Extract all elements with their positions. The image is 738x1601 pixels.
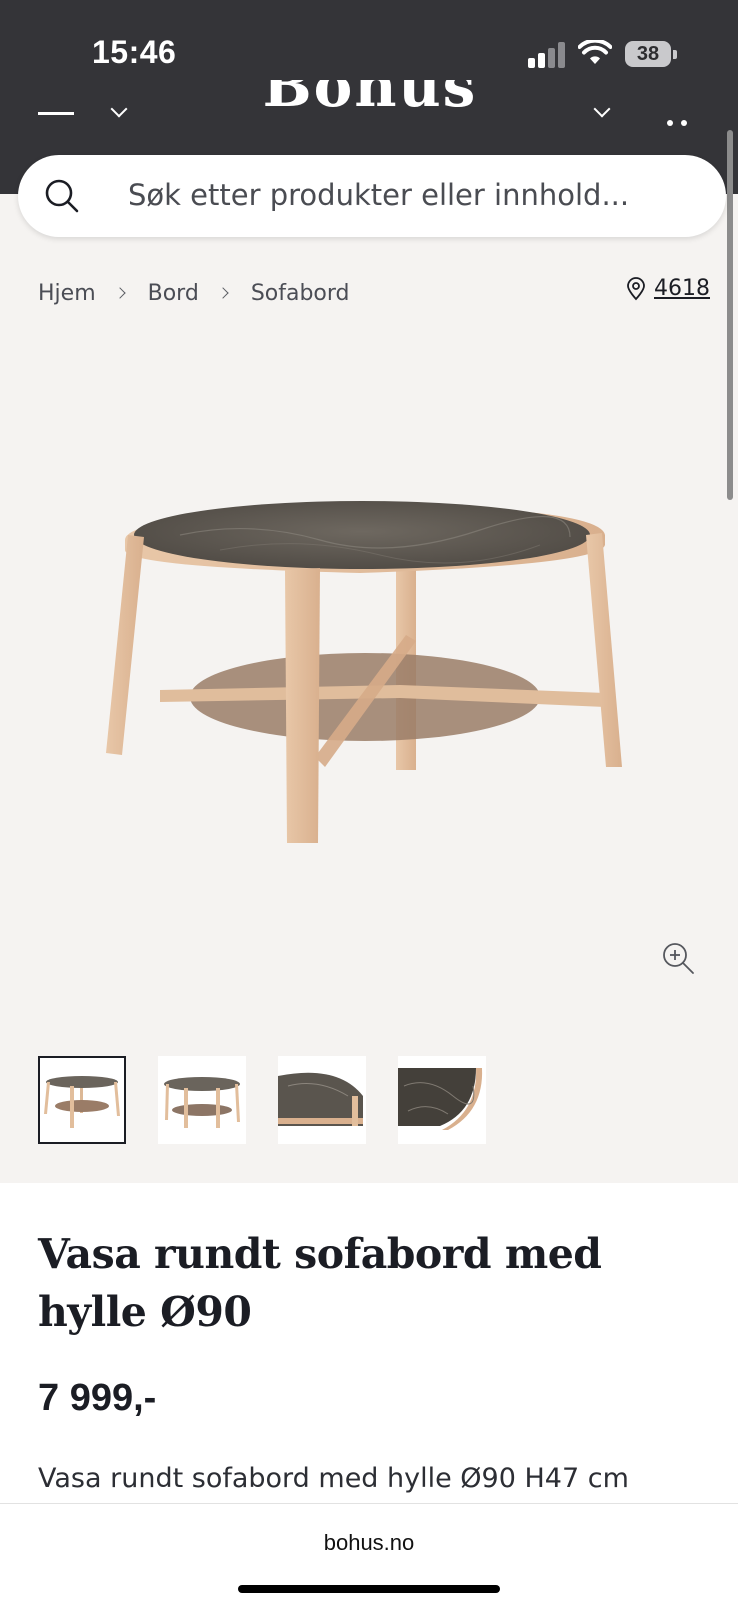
- scrollbar[interactable]: [727, 130, 733, 500]
- browser-url-bar[interactable]: bohus.no: [0, 1503, 738, 1601]
- home-indicator[interactable]: [238, 1585, 500, 1593]
- breadcrumb-item-hjem[interactable]: Hjem: [38, 281, 96, 306]
- product-image[interactable]: [100, 495, 640, 865]
- battery-indicator: 38: [625, 41, 671, 67]
- product-price: 7 999,-: [38, 1377, 157, 1419]
- more-icon[interactable]: [667, 111, 695, 130]
- breadcrumb-item-sofabord[interactable]: Sofabord: [251, 281, 350, 306]
- thumbnail-4[interactable]: [398, 1056, 486, 1144]
- thumbnail-2[interactable]: [158, 1056, 246, 1144]
- chevron-down-icon[interactable]: [110, 100, 128, 118]
- thumbnail-3[interactable]: [278, 1056, 366, 1144]
- location-pin-icon: [627, 276, 645, 300]
- breadcrumb: Hjem Bord Sofabord: [38, 277, 350, 309]
- chevron-right-icon: [217, 287, 229, 299]
- zoom-in-icon[interactable]: [660, 940, 696, 976]
- battery-tip: [673, 50, 677, 59]
- product-info: Vasa rundt sofabord med hylle Ø90 7 999,…: [0, 1183, 738, 1503]
- menu-icon[interactable]: [38, 112, 74, 115]
- status-time: 15:46: [92, 34, 177, 70]
- search-input[interactable]: [128, 175, 688, 215]
- cellular-signal-icon: [528, 42, 568, 68]
- breadcrumb-item-bord[interactable]: Bord: [148, 281, 199, 306]
- product-title: Vasa rundt sofabord med hylle Ø90: [38, 1230, 602, 1336]
- product-description: Vasa rundt sofabord med hylle Ø90 H47 cm: [38, 1463, 629, 1494]
- wifi-icon: [578, 40, 612, 64]
- chevron-right-icon: [113, 287, 126, 299]
- url-text[interactable]: bohus.no: [0, 1530, 738, 1556]
- bohus-logo[interactable]: Bohus: [250, 80, 490, 124]
- search-icon: [45, 179, 79, 213]
- chevron-down-icon[interactable]: [593, 100, 611, 118]
- store-number-link[interactable]: 4618: [654, 276, 710, 301]
- thumbnail-1[interactable]: [38, 1056, 126, 1144]
- search-bar[interactable]: [18, 155, 726, 237]
- store-selector[interactable]: 4618: [626, 276, 710, 301]
